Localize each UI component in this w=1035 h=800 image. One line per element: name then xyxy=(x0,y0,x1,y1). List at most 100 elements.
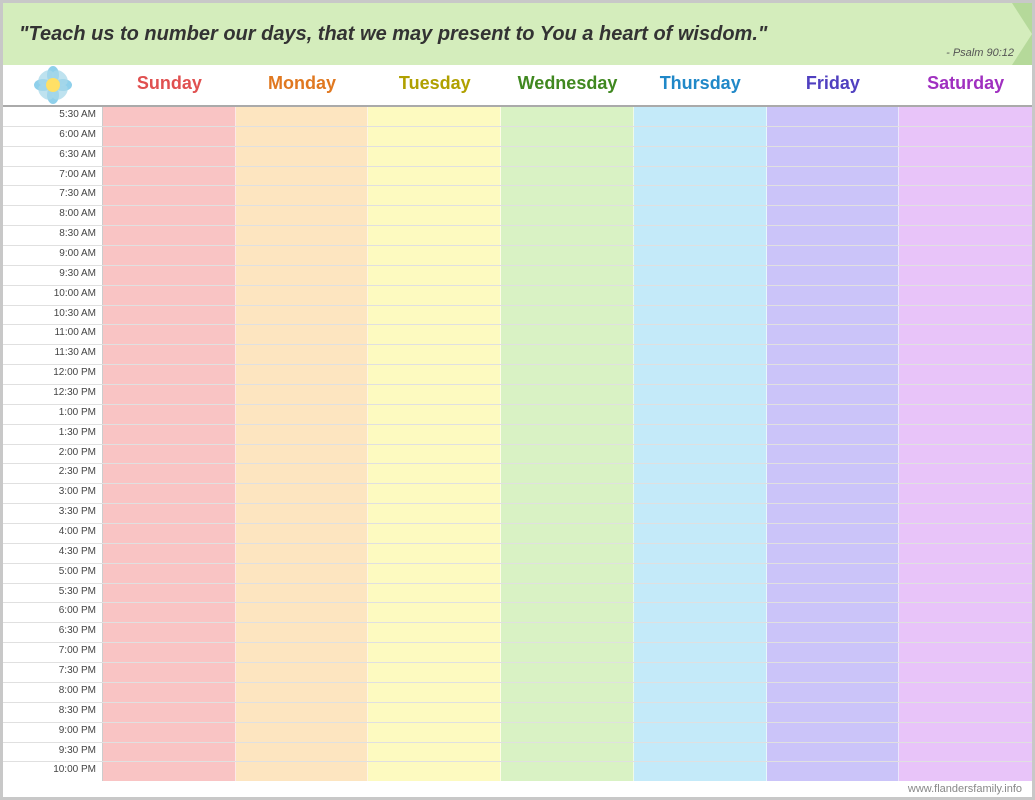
day-cell-friday[interactable] xyxy=(767,623,900,642)
day-cell-tuesday[interactable] xyxy=(368,524,501,543)
day-cell-sunday[interactable] xyxy=(103,167,236,186)
day-cell-monday[interactable] xyxy=(236,743,369,762)
day-cell-tuesday[interactable] xyxy=(368,405,501,424)
day-cell-saturday[interactable] xyxy=(899,266,1032,285)
day-cell-sunday[interactable] xyxy=(103,703,236,722)
day-cell-monday[interactable] xyxy=(236,643,369,662)
day-cell-saturday[interactable] xyxy=(899,167,1032,186)
day-cell-wednesday[interactable] xyxy=(501,445,634,464)
day-cell-wednesday[interactable] xyxy=(501,425,634,444)
day-cell-friday[interactable] xyxy=(767,703,900,722)
day-cell-thursday[interactable] xyxy=(634,345,767,364)
day-cell-tuesday[interactable] xyxy=(368,663,501,682)
day-cell-sunday[interactable] xyxy=(103,564,236,583)
day-cell-sunday[interactable] xyxy=(103,643,236,662)
day-cell-tuesday[interactable] xyxy=(368,385,501,404)
day-cell-thursday[interactable] xyxy=(634,365,767,384)
day-cell-thursday[interactable] xyxy=(634,703,767,722)
day-cell-tuesday[interactable] xyxy=(368,107,501,126)
day-cell-friday[interactable] xyxy=(767,266,900,285)
day-cell-friday[interactable] xyxy=(767,167,900,186)
day-cell-saturday[interactable] xyxy=(899,623,1032,642)
day-cell-monday[interactable] xyxy=(236,186,369,205)
day-cell-thursday[interactable] xyxy=(634,286,767,305)
day-cell-friday[interactable] xyxy=(767,206,900,225)
day-cell-wednesday[interactable] xyxy=(501,365,634,384)
day-cell-sunday[interactable] xyxy=(103,464,236,483)
day-cell-sunday[interactable] xyxy=(103,246,236,265)
day-cell-tuesday[interactable] xyxy=(368,445,501,464)
day-cell-wednesday[interactable] xyxy=(501,623,634,642)
day-cell-saturday[interactable] xyxy=(899,683,1032,702)
day-cell-tuesday[interactable] xyxy=(368,603,501,622)
day-cell-thursday[interactable] xyxy=(634,405,767,424)
day-cell-saturday[interactable] xyxy=(899,186,1032,205)
day-cell-friday[interactable] xyxy=(767,286,900,305)
day-cell-monday[interactable] xyxy=(236,623,369,642)
day-cell-tuesday[interactable] xyxy=(368,643,501,662)
day-cell-wednesday[interactable] xyxy=(501,107,634,126)
day-cell-wednesday[interactable] xyxy=(501,286,634,305)
day-cell-thursday[interactable] xyxy=(634,524,767,543)
day-cell-friday[interactable] xyxy=(767,365,900,384)
day-cell-saturday[interactable] xyxy=(899,206,1032,225)
day-cell-thursday[interactable] xyxy=(634,683,767,702)
day-cell-wednesday[interactable] xyxy=(501,246,634,265)
day-cell-friday[interactable] xyxy=(767,385,900,404)
day-cell-monday[interactable] xyxy=(236,762,369,781)
day-cell-sunday[interactable] xyxy=(103,603,236,622)
day-cell-monday[interactable] xyxy=(236,325,369,344)
day-cell-monday[interactable] xyxy=(236,464,369,483)
day-cell-friday[interactable] xyxy=(767,186,900,205)
day-cell-friday[interactable] xyxy=(767,325,900,344)
day-cell-sunday[interactable] xyxy=(103,107,236,126)
day-cell-friday[interactable] xyxy=(767,306,900,325)
day-cell-thursday[interactable] xyxy=(634,643,767,662)
day-cell-wednesday[interactable] xyxy=(501,743,634,762)
day-cell-saturday[interactable] xyxy=(899,345,1032,364)
day-cell-saturday[interactable] xyxy=(899,504,1032,523)
day-cell-monday[interactable] xyxy=(236,385,369,404)
day-cell-wednesday[interactable] xyxy=(501,584,634,603)
day-cell-sunday[interactable] xyxy=(103,147,236,166)
day-cell-tuesday[interactable] xyxy=(368,504,501,523)
day-cell-monday[interactable] xyxy=(236,167,369,186)
day-cell-tuesday[interactable] xyxy=(368,564,501,583)
day-cell-monday[interactable] xyxy=(236,445,369,464)
day-cell-thursday[interactable] xyxy=(634,266,767,285)
day-cell-saturday[interactable] xyxy=(899,107,1032,126)
day-cell-wednesday[interactable] xyxy=(501,703,634,722)
day-cell-monday[interactable] xyxy=(236,405,369,424)
day-cell-monday[interactable] xyxy=(236,544,369,563)
day-cell-tuesday[interactable] xyxy=(368,623,501,642)
day-cell-saturday[interactable] xyxy=(899,723,1032,742)
day-cell-saturday[interactable] xyxy=(899,445,1032,464)
day-cell-thursday[interactable] xyxy=(634,226,767,245)
day-cell-saturday[interactable] xyxy=(899,544,1032,563)
day-cell-tuesday[interactable] xyxy=(368,464,501,483)
day-cell-saturday[interactable] xyxy=(899,663,1032,682)
day-cell-wednesday[interactable] xyxy=(501,226,634,245)
day-cell-friday[interactable] xyxy=(767,504,900,523)
day-cell-thursday[interactable] xyxy=(634,385,767,404)
day-cell-monday[interactable] xyxy=(236,703,369,722)
day-cell-wednesday[interactable] xyxy=(501,464,634,483)
day-cell-saturday[interactable] xyxy=(899,306,1032,325)
day-cell-tuesday[interactable] xyxy=(368,167,501,186)
day-cell-friday[interactable] xyxy=(767,544,900,563)
day-cell-tuesday[interactable] xyxy=(368,683,501,702)
day-cell-friday[interactable] xyxy=(767,246,900,265)
day-cell-monday[interactable] xyxy=(236,306,369,325)
day-cell-sunday[interactable] xyxy=(103,723,236,742)
day-cell-wednesday[interactable] xyxy=(501,167,634,186)
day-cell-wednesday[interactable] xyxy=(501,206,634,225)
day-cell-saturday[interactable] xyxy=(899,524,1032,543)
day-cell-tuesday[interactable] xyxy=(368,186,501,205)
day-cell-thursday[interactable] xyxy=(634,464,767,483)
day-cell-friday[interactable] xyxy=(767,663,900,682)
day-cell-sunday[interactable] xyxy=(103,266,236,285)
day-cell-friday[interactable] xyxy=(767,345,900,364)
day-cell-tuesday[interactable] xyxy=(368,226,501,245)
day-cell-monday[interactable] xyxy=(236,147,369,166)
day-cell-monday[interactable] xyxy=(236,504,369,523)
